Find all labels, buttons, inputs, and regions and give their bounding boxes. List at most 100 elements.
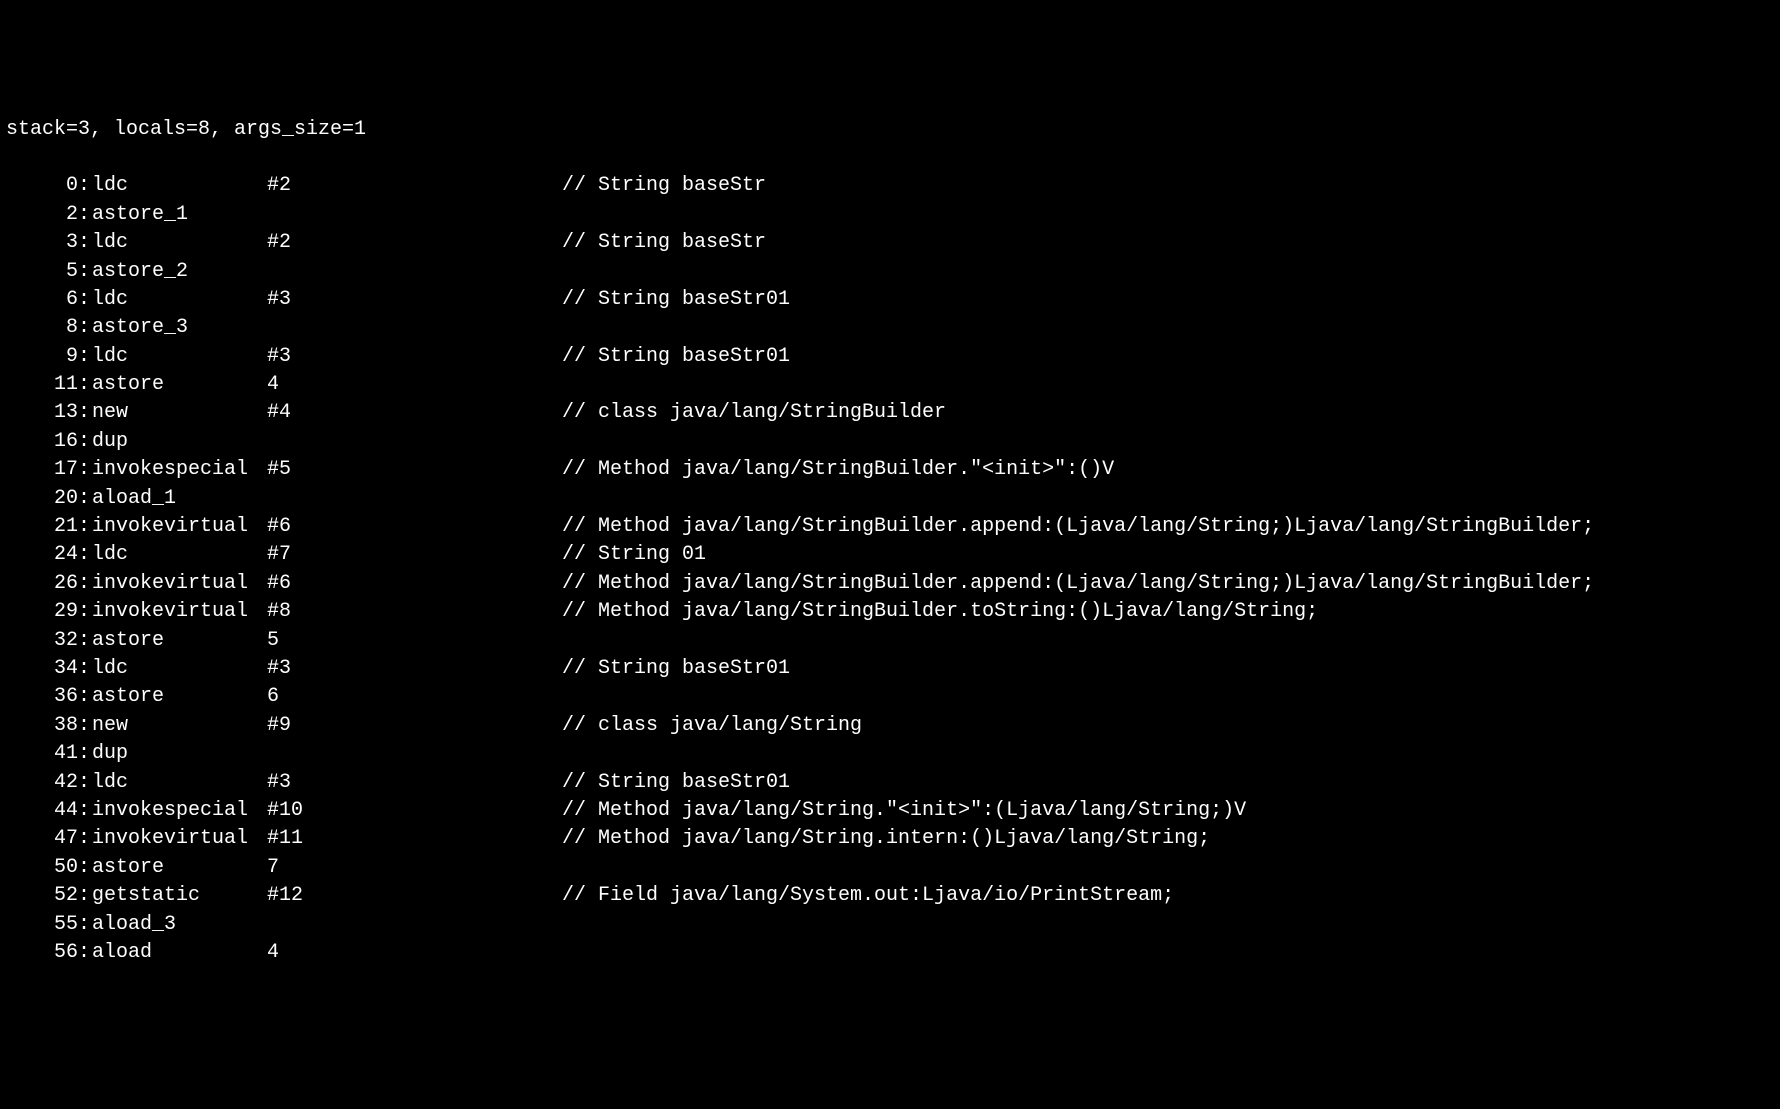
- instruction-comment: // String baseStr: [562, 229, 766, 257]
- bytecode-line: 8: astore_3: [6, 314, 1780, 342]
- instruction-address: 44: [6, 797, 78, 825]
- instruction-address: 52: [6, 882, 78, 910]
- instruction-address: 21: [6, 513, 78, 541]
- instruction-comment: // Method java/lang/String."<init>":(Lja…: [562, 797, 1246, 825]
- bytecode-line: 42: ldc#3// String baseStr01: [6, 769, 1780, 797]
- bytecode-line: 0: ldc#2// String baseStr: [6, 172, 1780, 200]
- instruction-address: 3: [6, 229, 78, 257]
- instruction-operand: #3: [267, 769, 562, 797]
- instruction-opcode: invokevirtual: [92, 825, 267, 853]
- instruction-operand: 4: [267, 939, 562, 967]
- bytecode-line: 9: ldc#3// String baseStr01: [6, 343, 1780, 371]
- colon-separator: :: [78, 286, 92, 314]
- colon-separator: :: [78, 513, 92, 541]
- bytecode-line: 55: aload_3: [6, 911, 1780, 939]
- instruction-comment: // class java/lang/StringBuilder: [562, 399, 946, 427]
- bytecode-line: 47: invokevirtual#11// Method java/lang/…: [6, 825, 1780, 853]
- bytecode-header: stack=3, locals=8, args_size=1: [6, 116, 1780, 144]
- instruction-opcode: ldc: [92, 655, 267, 683]
- bytecode-line: 2: astore_1: [6, 201, 1780, 229]
- bytecode-line: 56: aload4: [6, 939, 1780, 967]
- bytecode-line: 20: aload_1: [6, 485, 1780, 513]
- colon-separator: :: [78, 825, 92, 853]
- instruction-address: 38: [6, 712, 78, 740]
- colon-separator: :: [78, 655, 92, 683]
- bytecode-line: 17: invokespecial#5// Method java/lang/S…: [6, 456, 1780, 484]
- bytecode-line: 26: invokevirtual#6// Method java/lang/S…: [6, 570, 1780, 598]
- instruction-operand: #4: [267, 399, 562, 427]
- instruction-address: 16: [6, 428, 78, 456]
- instruction-comment: // String baseStr01: [562, 343, 790, 371]
- instruction-address: 24: [6, 541, 78, 569]
- bytecode-line: 11: astore4: [6, 371, 1780, 399]
- instruction-address: 34: [6, 655, 78, 683]
- instruction-opcode: ldc: [92, 343, 267, 371]
- instruction-opcode: dup: [92, 428, 267, 456]
- instruction-address: 55: [6, 911, 78, 939]
- instruction-operand: [267, 314, 562, 342]
- instruction-operand: [267, 258, 562, 286]
- instruction-address: 29: [6, 598, 78, 626]
- instruction-operand: [267, 428, 562, 456]
- bytecode-line: 52: getstatic#12// Field java/lang/Syste…: [6, 882, 1780, 910]
- colon-separator: :: [78, 428, 92, 456]
- instruction-comment: // Method java/lang/StringBuilder.append…: [562, 570, 1594, 598]
- colon-separator: :: [78, 258, 92, 286]
- instruction-opcode: astore: [92, 854, 267, 882]
- instruction-operand: #2: [267, 172, 562, 200]
- instruction-opcode: invokevirtual: [92, 513, 267, 541]
- colon-separator: :: [78, 399, 92, 427]
- bytecode-line: 5: astore_2: [6, 258, 1780, 286]
- instruction-comment: // Method java/lang/StringBuilder.append…: [562, 513, 1594, 541]
- instruction-comment: // String baseStr01: [562, 655, 790, 683]
- instruction-operand: #6: [267, 513, 562, 541]
- instruction-comment: // String baseStr01: [562, 769, 790, 797]
- instruction-comment: // String 01: [562, 541, 706, 569]
- colon-separator: :: [78, 683, 92, 711]
- instruction-comment: // Method java/lang/StringBuilder."<init…: [562, 456, 1114, 484]
- instruction-address: 41: [6, 740, 78, 768]
- bytecode-line: 36: astore6: [6, 683, 1780, 711]
- colon-separator: :: [78, 485, 92, 513]
- instruction-operand: [267, 740, 562, 768]
- instruction-address: 11: [6, 371, 78, 399]
- instruction-address: 50: [6, 854, 78, 882]
- colon-separator: :: [78, 854, 92, 882]
- colon-separator: :: [78, 314, 92, 342]
- bytecode-line: 13: new#4// class java/lang/StringBuilde…: [6, 399, 1780, 427]
- instruction-comment: // class java/lang/String: [562, 712, 862, 740]
- instruction-opcode: astore_2: [92, 258, 267, 286]
- instruction-address: 0: [6, 172, 78, 200]
- bytecode-line: 34: ldc#3// String baseStr01: [6, 655, 1780, 683]
- instruction-operand: #2: [267, 229, 562, 257]
- instruction-operand: [267, 485, 562, 513]
- instruction-operand: #3: [267, 286, 562, 314]
- instruction-comment: // String baseStr01: [562, 286, 790, 314]
- instruction-operand: 6: [267, 683, 562, 711]
- instruction-operand: #3: [267, 343, 562, 371]
- instruction-operand: #9: [267, 712, 562, 740]
- instruction-operand: #6: [267, 570, 562, 598]
- instruction-operand: #7: [267, 541, 562, 569]
- instruction-opcode: ldc: [92, 172, 267, 200]
- colon-separator: :: [78, 371, 92, 399]
- bytecode-line: 3: ldc#2// String baseStr: [6, 229, 1780, 257]
- instruction-address: 47: [6, 825, 78, 853]
- colon-separator: :: [78, 456, 92, 484]
- instruction-comment: // Method java/lang/StringBuilder.toStri…: [562, 598, 1318, 626]
- instruction-address: 32: [6, 627, 78, 655]
- instruction-opcode: astore: [92, 371, 267, 399]
- instruction-address: 20: [6, 485, 78, 513]
- bytecode-line: 41: dup: [6, 740, 1780, 768]
- bytecode-line: 44: invokespecial#10// Method java/lang/…: [6, 797, 1780, 825]
- instruction-operand: #11: [267, 825, 562, 853]
- instruction-operand: [267, 911, 562, 939]
- bytecode-line: 32: astore5: [6, 627, 1780, 655]
- instruction-comment: // String baseStr: [562, 172, 766, 200]
- instruction-address: 13: [6, 399, 78, 427]
- instruction-opcode: astore_1: [92, 201, 267, 229]
- instruction-opcode: ldc: [92, 286, 267, 314]
- instruction-address: 42: [6, 769, 78, 797]
- instruction-opcode: aload_3: [92, 911, 267, 939]
- colon-separator: :: [78, 740, 92, 768]
